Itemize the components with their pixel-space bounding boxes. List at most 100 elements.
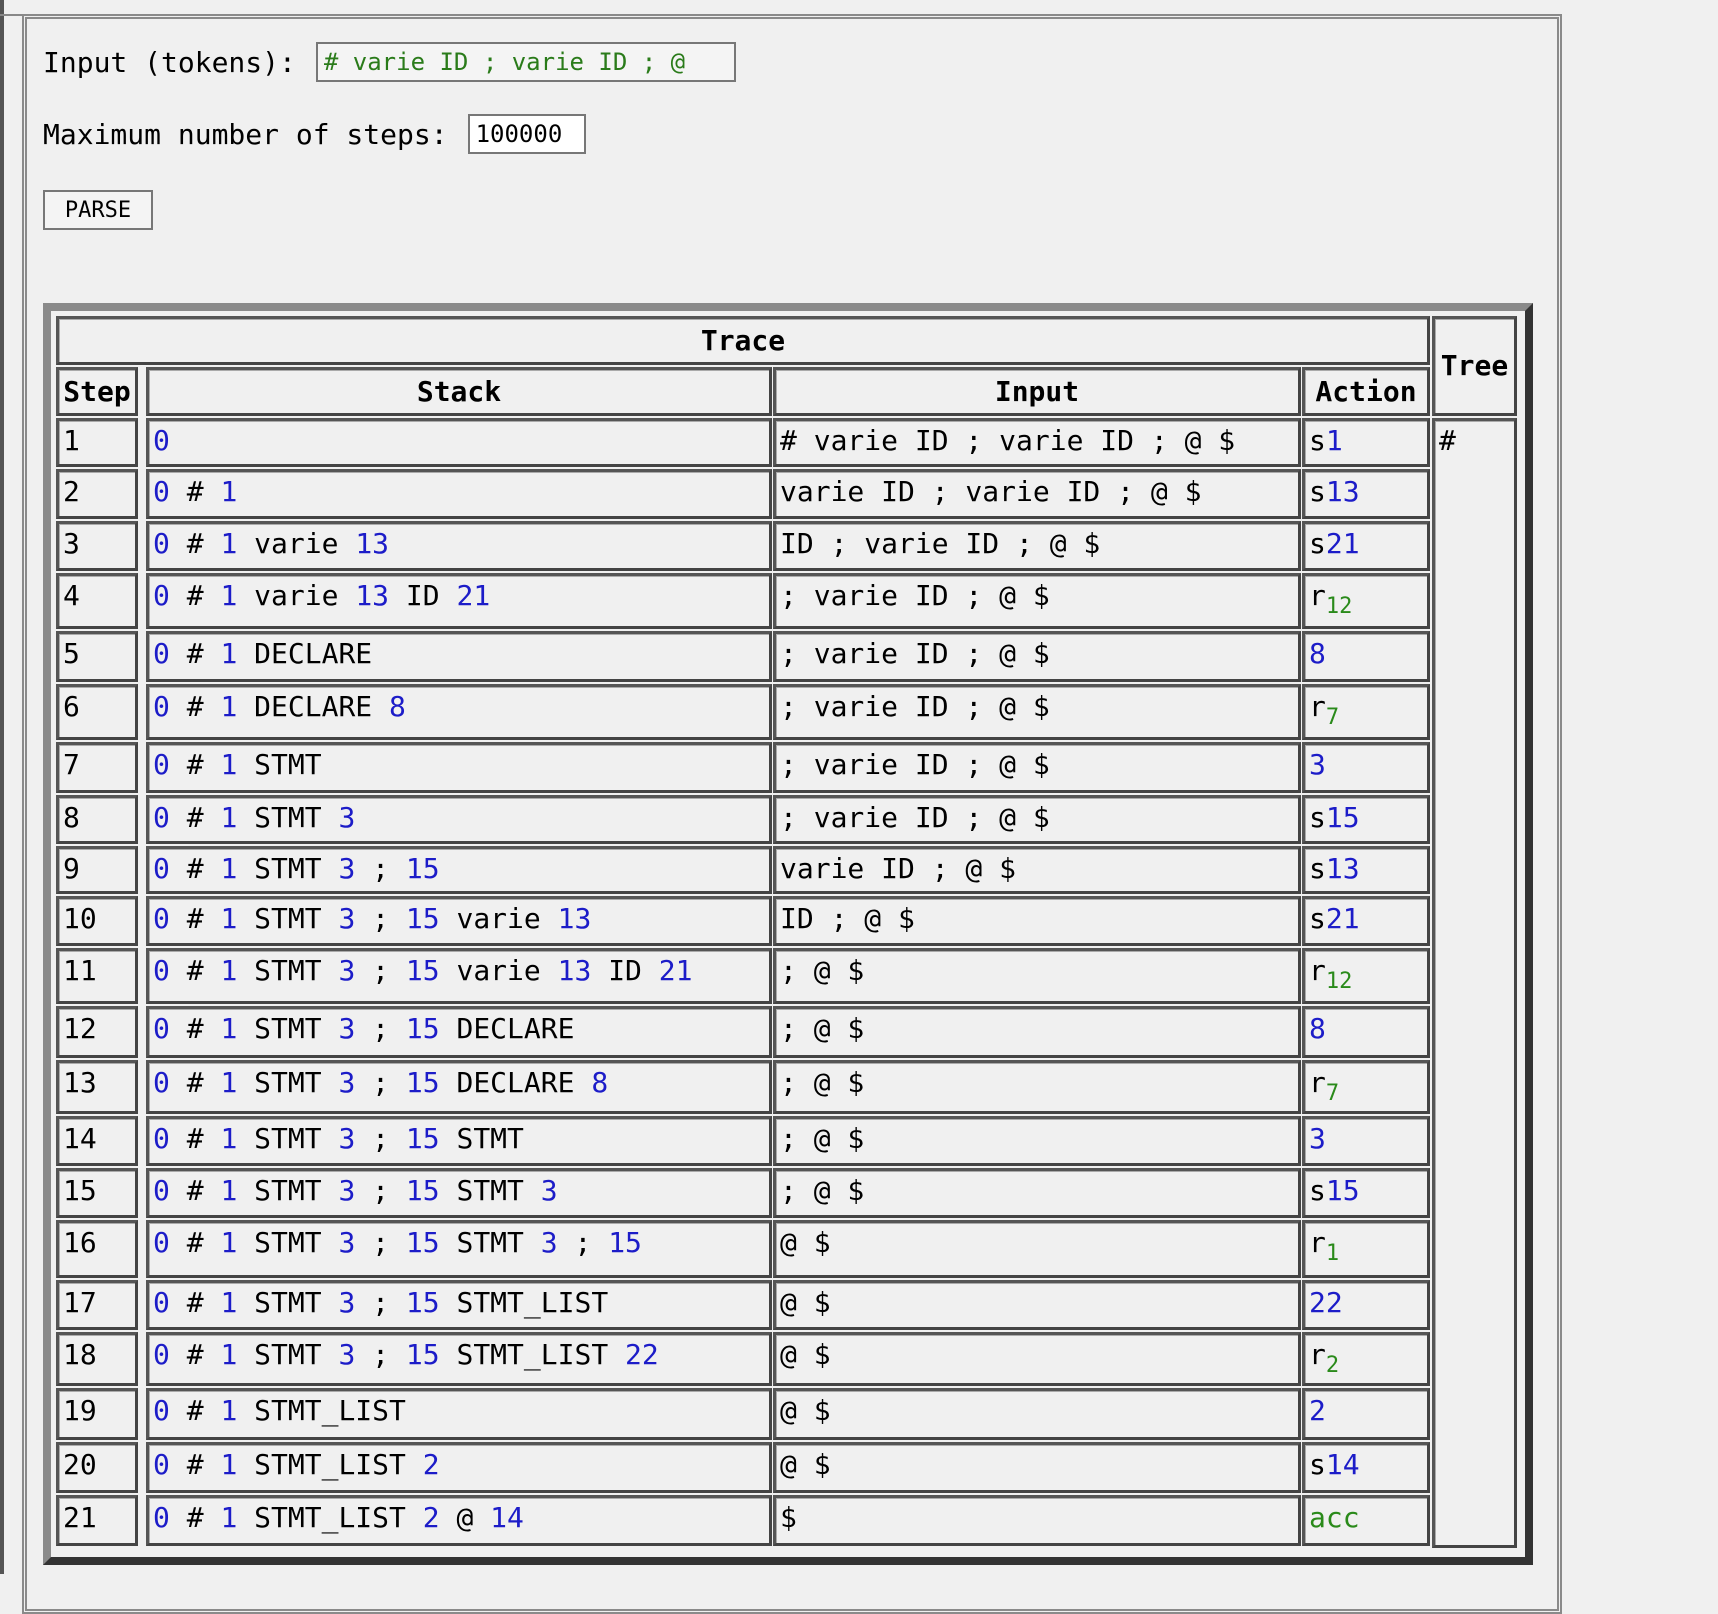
stack-cell: 0 # 1 STMT 3 ; 15 varie 13: [146, 896, 772, 946]
max-steps-row: Maximum number of steps:: [43, 114, 586, 154]
stack-token: STMT_LIST: [254, 1394, 406, 1427]
step-number: 3: [63, 527, 80, 560]
stack-token: 15: [405, 1286, 440, 1319]
step-cell: 10: [56, 896, 138, 946]
parse-button[interactable]: PARSE: [43, 190, 153, 230]
action-token: r: [1309, 954, 1326, 987]
action-cell: s14: [1302, 1442, 1430, 1493]
action-cell: r12: [1302, 948, 1430, 1004]
stack-token: 15: [405, 954, 440, 987]
stack-token: 1: [220, 852, 238, 885]
stack-token: STMT: [254, 902, 322, 935]
step-number: 4: [63, 579, 80, 612]
stack-token: 1: [220, 1174, 238, 1207]
action-cell: acc: [1302, 1495, 1430, 1546]
stack-token: 0: [153, 1501, 170, 1534]
input-cell: ; @ $: [773, 1060, 1301, 1114]
stack-token: #: [186, 852, 204, 885]
input-cell: @ $: [773, 1280, 1301, 1330]
action-token: 1: [1325, 1241, 1340, 1266]
stack-token: STMT: [456, 1174, 524, 1207]
action-header: Action: [1302, 367, 1430, 416]
step-cell: 15: [56, 1168, 138, 1218]
stack-token: 1: [220, 475, 238, 508]
stack-token: 15: [405, 1012, 440, 1045]
action-token: 14: [1325, 1448, 1360, 1481]
stack-token: STMT: [456, 1122, 524, 1155]
stack-token: 0: [153, 801, 170, 834]
action-cell: s13: [1302, 846, 1430, 894]
step-cell: 18: [56, 1332, 138, 1386]
stack-cell: 0 # 1 STMT 3 ; 15 varie 13 ID 21: [146, 948, 772, 1004]
remaining-input: # varie ID ; varie ID ; @ $: [780, 424, 1236, 457]
action-token: 21: [1325, 902, 1360, 935]
step-number: 19: [63, 1394, 97, 1427]
input-header: Input: [773, 367, 1301, 416]
action-token: 7: [1325, 1081, 1340, 1106]
tokens-input[interactable]: [315, 42, 736, 82]
stack-cell: 0 # 1 STMT 3 ; 15 DECLARE 8: [146, 1060, 772, 1114]
stack-token: 8: [591, 1066, 609, 1099]
stack-token: 0: [153, 1338, 170, 1371]
stack-cell: 0 # 1 STMT 3 ; 15 DECLARE: [146, 1006, 772, 1058]
step-number: 20: [63, 1448, 97, 1481]
input-header-label: Input: [994, 374, 1080, 408]
stack-token: #: [186, 1174, 204, 1207]
stack-token: #: [186, 1012, 204, 1045]
stack-token: 0: [153, 475, 170, 508]
stack-token: STMT: [254, 1012, 322, 1045]
input-cell: ; @ $: [773, 948, 1301, 1004]
input-cell: # varie ID ; varie ID ; @ $: [773, 418, 1301, 467]
action-cell: s15: [1302, 1168, 1430, 1218]
stack-token: 0: [153, 424, 170, 457]
input-cell: ; @ $: [773, 1116, 1301, 1166]
action-token: 3: [1309, 748, 1326, 781]
stack-token: 1: [220, 690, 238, 723]
step-cell: 11: [56, 948, 138, 1004]
stack-token: STMT: [254, 1338, 322, 1371]
remaining-input: ; @ $: [780, 1012, 865, 1045]
action-token: s: [1309, 475, 1326, 508]
stack-token: 13: [557, 954, 592, 987]
stack-cell: 0 # 1 STMT_LIST 2: [146, 1442, 772, 1493]
action-cell: 22: [1302, 1280, 1430, 1330]
remaining-input: varie ID ; @ $: [780, 852, 1017, 885]
stack-cell: 0 # 1 STMT 3 ; 15 STMT 3 ; 15: [146, 1220, 772, 1278]
stack-token: 0: [153, 1122, 170, 1155]
stack-token: ;: [372, 1226, 390, 1259]
stack-token: 1: [220, 1122, 238, 1155]
stack-token: ID: [608, 954, 642, 987]
step-cell: 4: [56, 573, 138, 629]
step-number: 8: [63, 801, 80, 834]
stack-token: 15: [405, 852, 440, 885]
stack-token: 1: [220, 902, 238, 935]
stack-token: 21: [658, 954, 693, 987]
step-cell: 8: [56, 795, 138, 844]
step-number: 6: [63, 690, 80, 723]
stack-token: 13: [355, 527, 390, 560]
step-number: 12: [63, 1012, 97, 1045]
stack-token: varie: [456, 954, 541, 987]
stack-token: #: [186, 1122, 204, 1155]
stack-token: #: [186, 1394, 204, 1427]
stack-cell: 0 # 1 DECLARE: [146, 631, 772, 682]
remaining-input: @ $: [780, 1448, 831, 1481]
remaining-input: ; @ $: [780, 954, 865, 987]
stack-token: 0: [153, 852, 170, 885]
stack-token: #: [186, 1226, 204, 1259]
stack-token: 1: [220, 801, 238, 834]
step-cell: 6: [56, 684, 138, 740]
stack-token: 1: [220, 637, 238, 670]
max-steps-input[interactable]: [467, 114, 586, 154]
step-cell: 17: [56, 1280, 138, 1330]
input-cell: ; varie ID ; @ $: [773, 795, 1301, 844]
stack-token: 1: [220, 1226, 238, 1259]
step-number: 13: [63, 1066, 97, 1099]
stack-cell: 0 # 1 STMT_LIST: [146, 1388, 772, 1440]
stack-token: STMT: [254, 801, 322, 834]
stack-token: 0: [153, 748, 170, 781]
stack-token: 1: [220, 748, 238, 781]
stack-token: 15: [405, 1226, 440, 1259]
action-token: 15: [1325, 801, 1360, 834]
stack-cell: 0 # 1 DECLARE 8: [146, 684, 772, 740]
